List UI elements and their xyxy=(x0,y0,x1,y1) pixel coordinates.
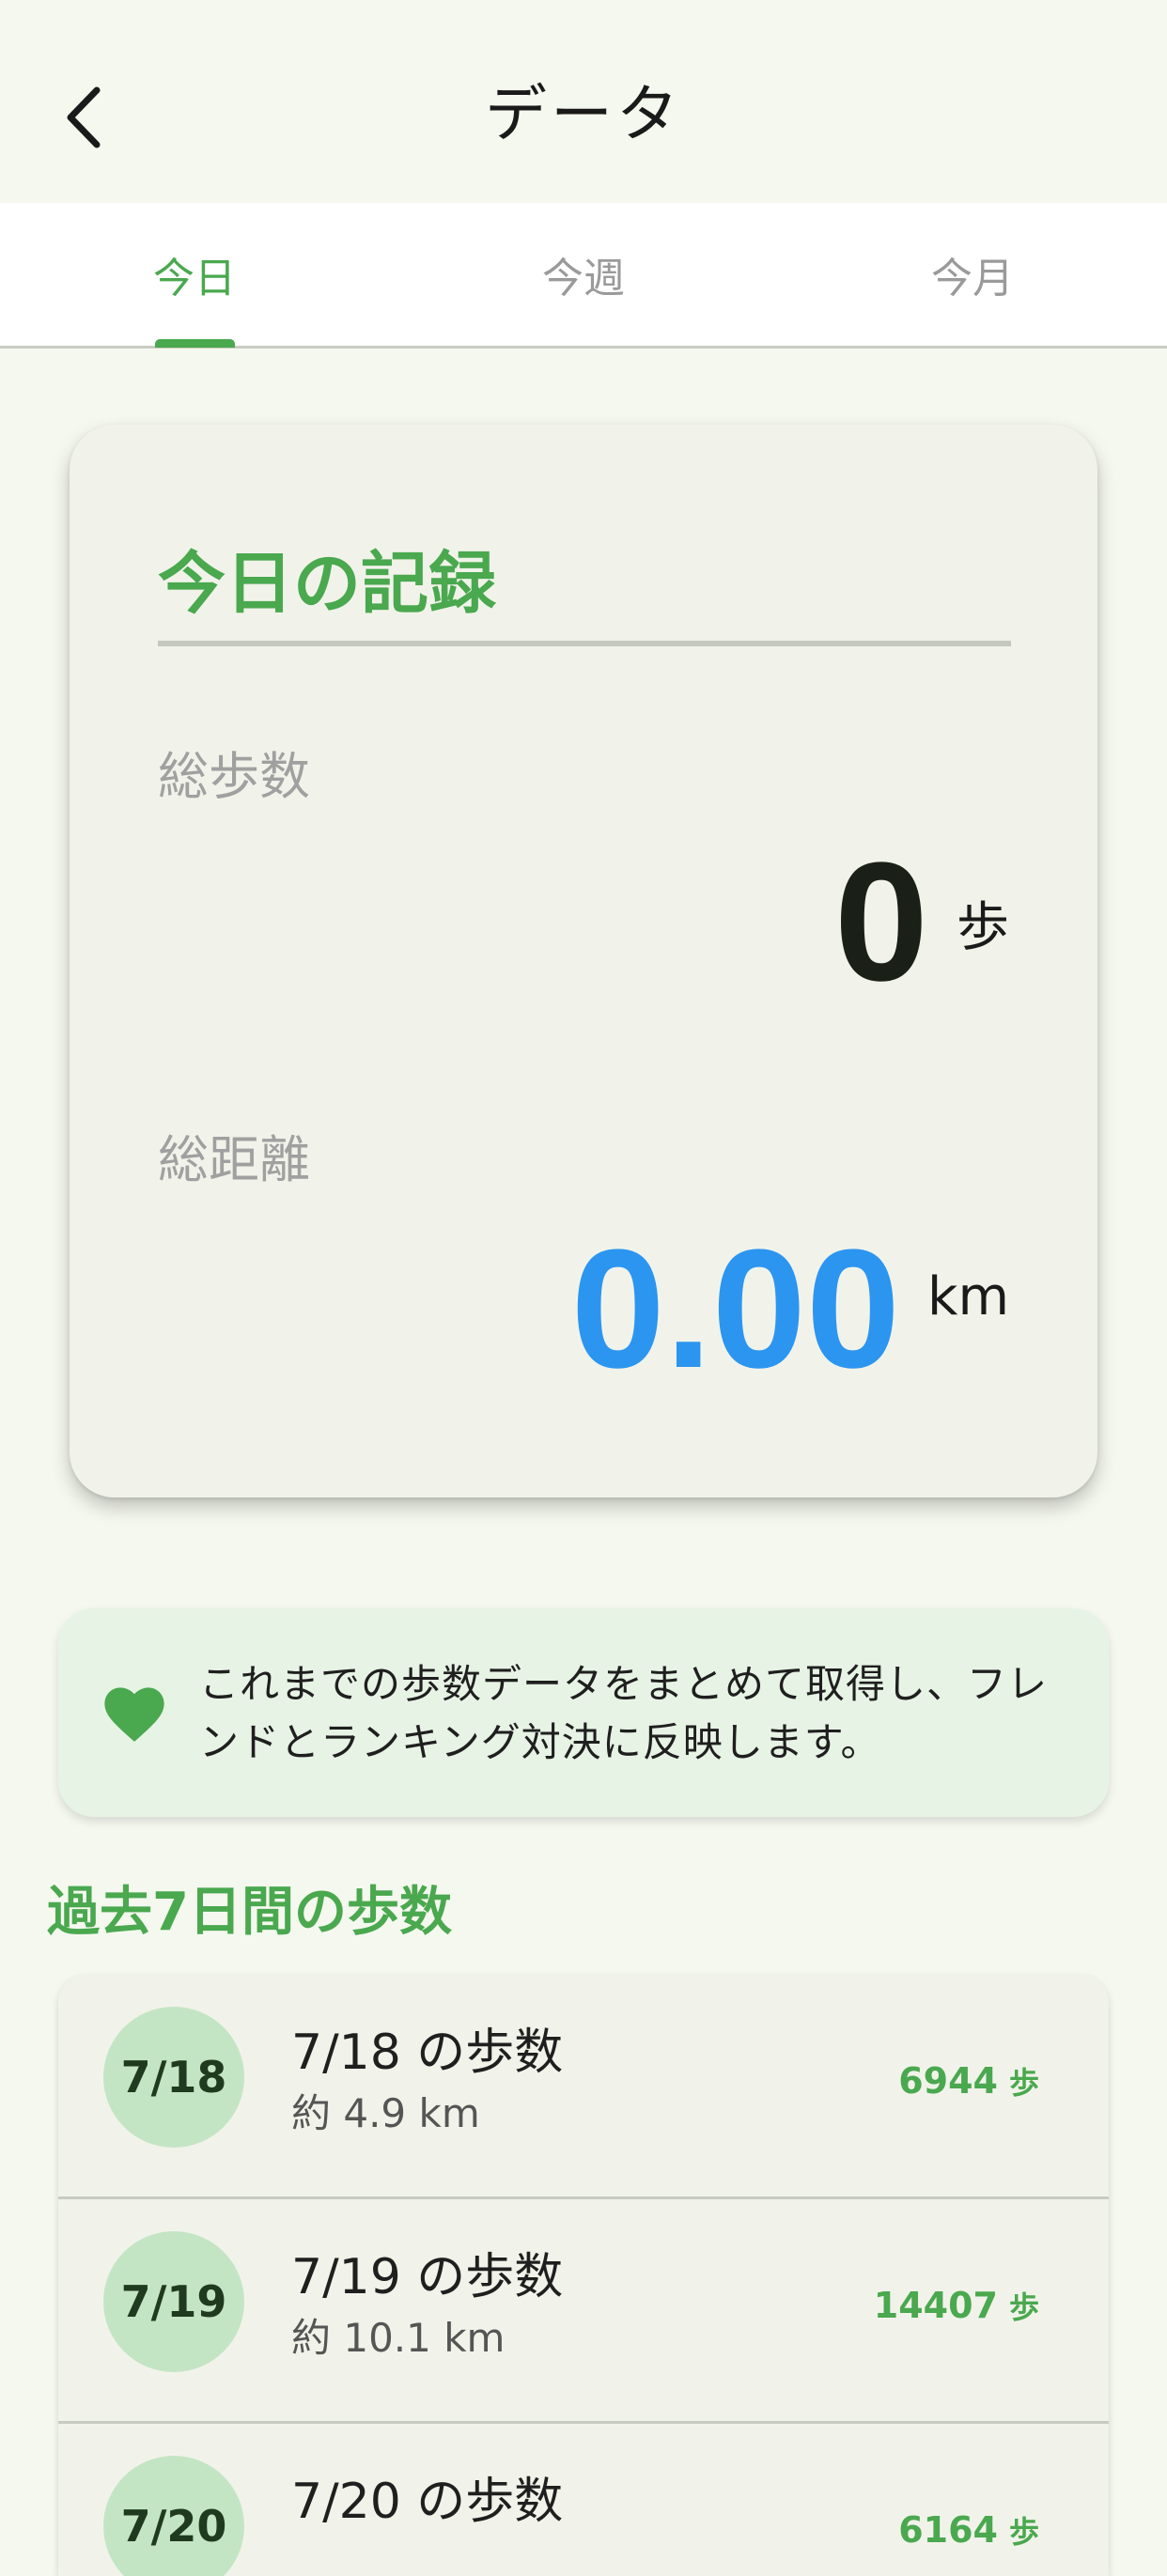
total-steps-unit: 歩 xyxy=(957,897,1009,958)
row-distance: 約 4.9 km xyxy=(291,2090,480,2136)
row-title: 7/19 の歩数 xyxy=(291,2249,564,2305)
tab-this-month[interactable]: 今月 xyxy=(778,203,1167,346)
sync-notice-banner[interactable]: これまでの歩数データをまとめて取得し、フレ ンドとランキング対決に反映します。 xyxy=(58,1608,1109,1817)
row-steps: 6164 歩 xyxy=(898,2508,1039,2552)
total-distance-unit: km xyxy=(927,1266,1009,1327)
total-distance-label: 総距離 xyxy=(158,1130,310,1189)
date-badge: 7/19 xyxy=(103,2231,244,2372)
row-steps-value: 14407 xyxy=(873,2285,998,2326)
row-title: 7/18 の歩数 xyxy=(291,2025,564,2081)
sync-notice-text: これまでの歩数データをまとめて取得し、フレ ンドとランキング対決に反映します。 xyxy=(199,1655,1082,1772)
tab-this-week[interactable]: 今週 xyxy=(389,203,778,346)
date-badge: 7/18 xyxy=(103,2007,244,2148)
row-steps: 14407 歩 xyxy=(874,2284,1039,2327)
row-steps: 6944 歩 xyxy=(898,2059,1039,2103)
row-title: 7/20 の歩数 xyxy=(291,2474,564,2530)
summary-title: 今日の記録 xyxy=(158,544,497,623)
row-steps-unit: 歩 xyxy=(1008,2514,1039,2550)
row-steps-unit: 歩 xyxy=(1008,2289,1039,2325)
sync-notice-line-2: ンドとランキング対決に反映します。 xyxy=(199,1719,881,1765)
list-item[interactable]: 7/20 7/20 の歩数 6164 歩 xyxy=(58,2424,1109,2576)
tab-today[interactable]: 今日 xyxy=(0,203,389,346)
list-item[interactable]: 7/19 7/19 の歩数 約 10.1 km 14407 歩 xyxy=(58,2199,1109,2424)
summary-divider xyxy=(158,641,1011,646)
row-steps-unit: 歩 xyxy=(1008,2065,1039,2101)
total-steps-value: 0 xyxy=(833,828,928,1016)
list-item[interactable]: 7/18 7/18 の歩数 約 4.9 km 6944 歩 xyxy=(58,1975,1109,2199)
active-tab-indicator xyxy=(155,339,235,348)
date-badge: 7/20 xyxy=(103,2456,244,2576)
page-title: データ xyxy=(485,78,682,150)
app-header: データ xyxy=(0,0,1167,203)
row-distance: 約 10.1 km xyxy=(291,2315,506,2361)
row-steps-value: 6944 xyxy=(898,2060,998,2102)
today-summary-card: 今日の記録 総歩数 0 歩 総距離 0.00 km xyxy=(70,425,1097,1497)
total-steps-label: 総歩数 xyxy=(158,747,310,806)
period-tabs: 今日 今週 今月 xyxy=(0,203,1167,349)
sync-notice-line-1: これまでの歩数データをまとめて取得し、フレ xyxy=(199,1661,1049,1707)
heart-icon xyxy=(104,1687,164,1742)
total-distance-value: 0.00 xyxy=(570,1215,900,1404)
row-steps-value: 6164 xyxy=(898,2509,998,2551)
history-section-title: 過去7日間の歩数 xyxy=(47,1882,452,1943)
daily-steps-list: 7/18 7/18 の歩数 約 4.9 km 6944 歩 7/19 7/19 の… xyxy=(58,1975,1109,2576)
